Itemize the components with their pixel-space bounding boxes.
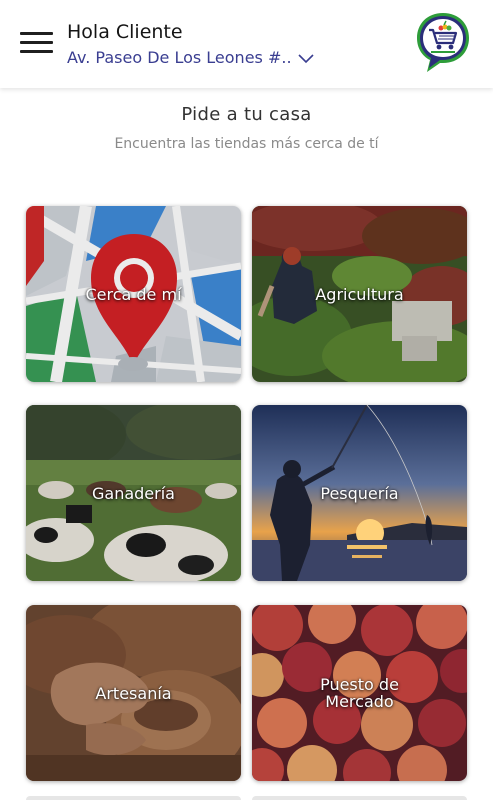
category-label: Ganadería [92,483,175,503]
category-card-puesto-de-mercado[interactable]: Puesto de Mercado [252,605,467,781]
category-card-artesania[interactable]: Artesanía [26,605,241,781]
market-cart-chat-logo[interactable] [413,10,473,74]
app-header: Hola Cliente Av. Paseo De Los Leones #.. [0,0,493,88]
category-label: Agricultura [315,284,404,304]
address-text: Av. Paseo De Los Leones #.. [67,48,292,67]
menu-bar [20,32,53,35]
chevron-down-icon [297,53,314,63]
hamburger-menu-icon[interactable] [20,30,53,54]
category-card-agricultura[interactable]: Agricultura [252,206,467,382]
category-card-ganaderia[interactable]: Ganadería [26,405,241,581]
next-row-peek [26,796,467,800]
address-selector[interactable]: Av. Paseo De Los Leones #.. [67,48,315,67]
page-title: Pide a tu casa [181,104,312,125]
category-card-pesqueria[interactable]: Pesquería [252,405,467,581]
category-label: Puesto de Mercado [320,675,399,711]
category-card-cerca-de-mi[interactable]: Cerca de mí [26,206,241,382]
menu-bar [20,41,53,44]
category-label: Cerca de mí [85,284,182,304]
card-peek [252,796,467,800]
greeting-title: Hola Cliente [67,21,183,43]
card-peek [26,796,241,800]
category-label: Pesquería [320,483,399,503]
menu-bar [20,50,53,53]
page-subtitle: Encuentra las tiendas más cerca de tí [114,136,379,152]
category-label: Artesanía [95,683,172,703]
